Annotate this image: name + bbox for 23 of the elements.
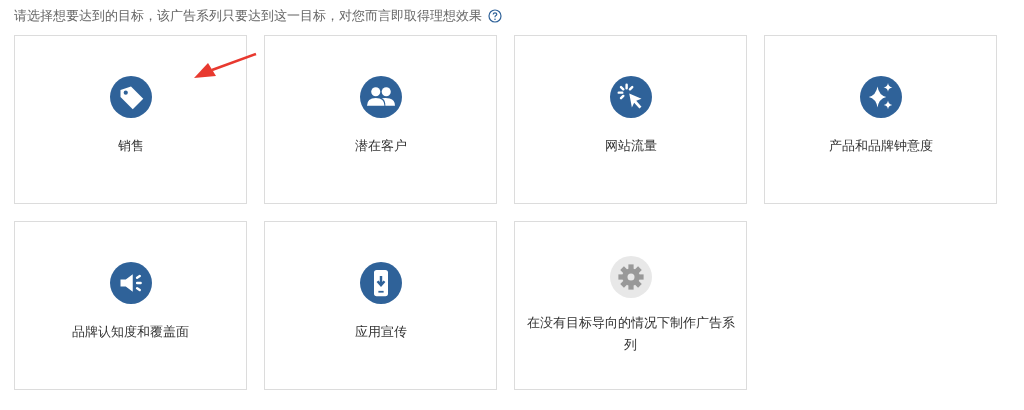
goal-card[interactable]: 应用宣传 [264,221,497,390]
megaphone-icon [109,262,152,304]
tag-icon [109,76,152,118]
goal-card[interactable]: 产品和品牌钟意度 [764,35,997,204]
goal-card[interactable]: 网站流量 [514,35,747,204]
sparkle-icon [859,76,902,118]
people-icon [359,76,402,118]
goal-label: 在没有目标导向的情况下制作广告系列 [525,314,736,354]
goal-label: 应用宣传 [353,323,408,341]
goal-card[interactable]: 潜在客户 [264,35,497,204]
goal-label: 销售 [116,137,145,155]
goal-label: 潜在客户 [353,137,408,155]
goal-label: 品牌认知度和覆盖面 [71,323,190,341]
goal-label: 网站流量 [603,137,658,155]
instruction-text: 请选择想要达到的目标，该广告系列只要达到这一目标，对您而言即取得理想效果 [14,7,482,25]
phone-download-icon [359,262,402,304]
goal-card[interactable]: 品牌认知度和覆盖面 [14,221,247,390]
goal-label: 产品和品牌钟意度 [827,137,934,155]
gear-icon [609,256,652,298]
cursor-icon [609,76,652,118]
goal-card[interactable]: 销售 [14,35,247,204]
goal-card[interactable]: 在没有目标导向的情况下制作广告系列 [514,221,747,390]
help-icon[interactable] [488,9,502,23]
